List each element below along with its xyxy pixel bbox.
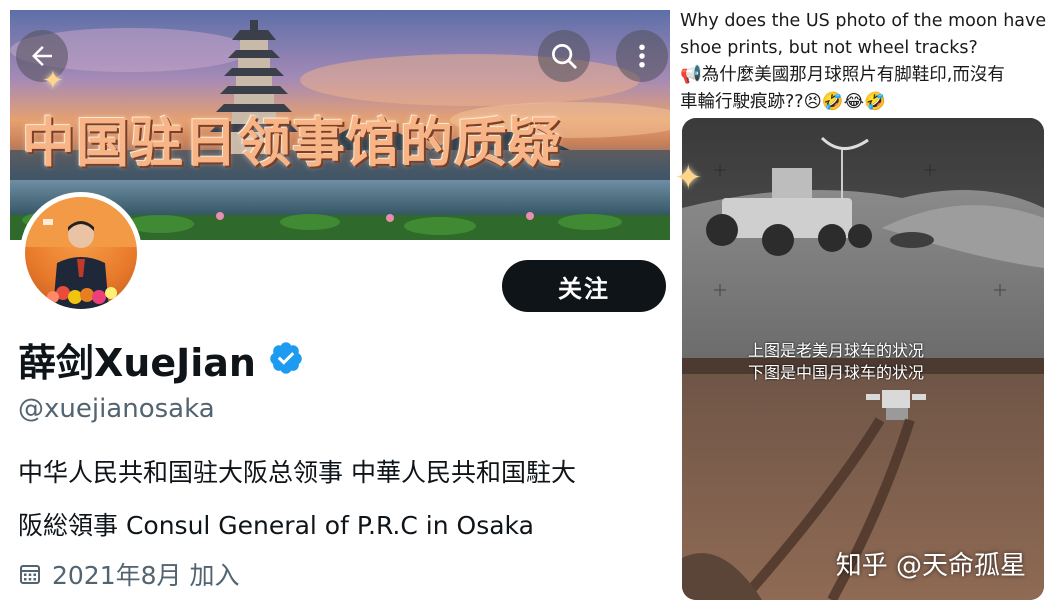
post-text-line: 📢為什麼美國那月球照片有脚鞋印,而沒有 <box>680 65 1005 85</box>
post-text-line: 車輪行駛痕跡??😣🤣😂🤣 <box>680 92 886 112</box>
watermark: 知乎 @天命孤星 <box>835 551 1026 581</box>
post-text: Why does the US photo of the moon have s… <box>680 8 1052 116</box>
search-icon <box>552 44 577 69</box>
person-portrait-icon <box>25 197 137 309</box>
bio-line: 中华人民共和国驻大阪总领事 中華人民共和国駐大 <box>18 458 576 487</box>
joined-date: 2021年8月 加入 <box>18 556 239 592</box>
avatar[interactable] <box>20 192 142 314</box>
display-name: 薛剑XueJian <box>18 341 256 385</box>
more-options-button[interactable] <box>616 30 668 82</box>
sparkle-icon: ✦ <box>42 66 64 96</box>
bio-line: 阪総領事 Consul General of P.R.C in Osaka <box>18 511 534 540</box>
caption-bottom: 下图是中国月球车的状况 <box>748 363 925 382</box>
follow-button[interactable]: 关注 <box>502 260 666 312</box>
profile-panel: 中国驻日领事馆的质疑 ✦ 关注 薛剑XueJian @xuejianosaka … <box>10 10 670 608</box>
avatar-photo <box>25 197 137 309</box>
post-panel: Why does the US photo of the moon have s… <box>674 0 1056 608</box>
sparkle-icon: ✦ <box>674 158 703 198</box>
search-button[interactable] <box>538 30 590 82</box>
banner-overlay-title: 中国驻日领事馆的质疑 <box>22 113 562 174</box>
post-text-line: Why does the US photo of the moon have <box>680 11 1047 31</box>
calendar-icon <box>20 565 40 584</box>
post-text-line: shoe prints, but not wheel tracks? <box>680 38 978 58</box>
caption-top: 上图是老美月球车的状况 <box>748 341 925 360</box>
verified-badge-icon <box>270 342 302 374</box>
user-handle: @xuejianosaka <box>18 394 215 424</box>
profile-bio: 中华人民共和国驻大阪总领事 中華人民共和国駐大 阪総領事 Consul Gene… <box>18 446 668 552</box>
more-vertical-icon <box>639 44 645 68</box>
joined-text: 2021年8月 加入 <box>52 561 240 590</box>
post-image[interactable]: 上图是老美月球车的状况 下图是中国月球车的状况 知乎 @天命孤星 <box>682 118 1044 600</box>
